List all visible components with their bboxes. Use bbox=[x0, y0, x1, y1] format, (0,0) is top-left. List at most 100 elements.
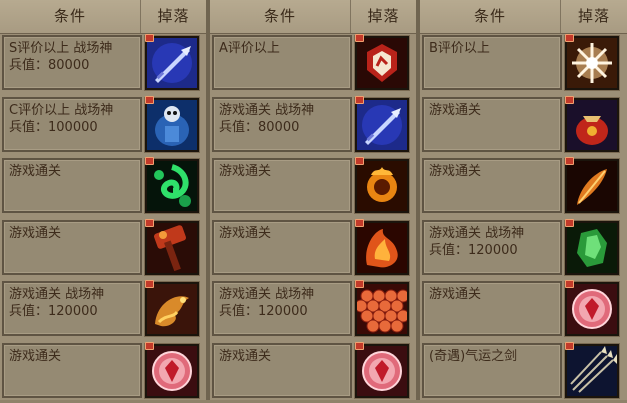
condition-cell: 游戏通关 bbox=[212, 342, 352, 398]
condition-cell: 游戏通关 bbox=[2, 342, 142, 398]
condition-text: 游戏通关 bbox=[9, 225, 62, 241]
column-header: 条件 掉落 bbox=[210, 0, 416, 34]
drop-row: 游戏通关 bbox=[420, 95, 627, 157]
green-crystal-icon bbox=[567, 222, 617, 273]
arrows-icon bbox=[567, 345, 617, 396]
lock-icon bbox=[355, 218, 364, 227]
condition-text: 游戏通关 战场神 bbox=[9, 287, 105, 302]
golden-dragon-icon bbox=[147, 284, 197, 334]
lock-icon bbox=[145, 157, 154, 165]
lock-icon bbox=[145, 341, 154, 350]
lock-icon bbox=[145, 218, 154, 227]
lock-icon bbox=[565, 157, 574, 165]
drop-row: C评价以上 战场神 兵值：100000 bbox=[0, 95, 206, 157]
column-header: 条件 掉落 bbox=[0, 0, 206, 34]
drop-row: 游戏通关 bbox=[420, 279, 627, 341]
item-slot[interactable] bbox=[145, 341, 199, 398]
item-slot[interactable] bbox=[145, 157, 199, 213]
drop-row: 游戏通关 bbox=[0, 218, 206, 280]
condition-text: 兵值：120000 bbox=[219, 304, 308, 319]
condition-cell: 游戏通关 战场神 兵值：120000 bbox=[2, 281, 142, 336]
lock-icon bbox=[355, 280, 364, 288]
condition-text: 兵值：80000 bbox=[219, 119, 300, 135]
red-hammer-icon bbox=[147, 222, 197, 273]
drop-header: 掉落 bbox=[560, 0, 627, 33]
column-divider bbox=[206, 0, 210, 400]
condition-cell: (奇遇)气运之剑 bbox=[422, 342, 562, 398]
condition-cell: 游戏通关 bbox=[422, 96, 562, 152]
condition-cell: 游戏通关 bbox=[2, 158, 142, 213]
lock-icon bbox=[565, 280, 574, 288]
item-slot[interactable] bbox=[565, 280, 619, 336]
lock-icon bbox=[145, 280, 154, 288]
lock-icon bbox=[355, 34, 364, 42]
item-slot[interactable] bbox=[355, 341, 409, 398]
scale-armor-icon bbox=[357, 284, 407, 334]
condition-cell: 游戏通关 战场神 兵值：120000 bbox=[422, 219, 562, 275]
lock-icon bbox=[565, 218, 574, 227]
item-slot[interactable] bbox=[565, 341, 619, 398]
item-slot[interactable] bbox=[355, 280, 409, 336]
condition-cell: B评价以上 bbox=[422, 35, 562, 90]
drop-column-1: 条件 掉落 S评价以上 战场神 兵值：80000 C评价以上 战场神 兵值：100000 游… bbox=[0, 0, 206, 400]
item-slot[interactable] bbox=[565, 218, 619, 275]
condition-text: A评价以上 bbox=[219, 41, 280, 56]
drop-row: 游戏通关 bbox=[210, 156, 416, 218]
condition-header: 条件 bbox=[473, 7, 506, 25]
item-slot[interactable] bbox=[565, 34, 619, 90]
drop-row: (奇遇)气运之剑 bbox=[420, 341, 627, 403]
condition-text: 游戏通关 bbox=[429, 164, 482, 179]
drop-header: 掉落 bbox=[140, 0, 206, 33]
red-orb-icon bbox=[567, 284, 617, 334]
condition-text: 游戏通关 bbox=[429, 102, 482, 118]
drop-row: 游戏通关 bbox=[420, 156, 627, 218]
item-slot[interactable] bbox=[355, 157, 409, 213]
item-slot[interactable] bbox=[145, 95, 199, 152]
drop-row: 游戏通关 bbox=[0, 341, 206, 403]
blue-skull-armor-icon bbox=[147, 99, 197, 150]
drop-row: 游戏通关 战场神 兵值：120000 bbox=[210, 279, 416, 341]
lock-icon bbox=[145, 34, 154, 42]
drop-row: S评价以上 战场神 兵值：80000 bbox=[0, 33, 206, 95]
item-slot[interactable] bbox=[355, 218, 409, 275]
column-header: 条件 掉落 bbox=[420, 0, 627, 34]
condition-text: 游戏通关 bbox=[9, 164, 62, 179]
green-swirl-icon bbox=[147, 161, 197, 211]
drop-row: A评价以上 bbox=[210, 33, 416, 95]
red-pouch-icon bbox=[567, 99, 617, 150]
item-slot[interactable] bbox=[565, 95, 619, 152]
drop-header: 掉落 bbox=[350, 0, 416, 33]
drop-row: 游戏通关 bbox=[210, 341, 416, 403]
drop-row: 游戏通关 bbox=[210, 218, 416, 280]
condition-text: 游戏通关 bbox=[429, 287, 482, 302]
condition-text: 游戏通关 bbox=[219, 225, 272, 241]
condition-text: 游戏通关 战场神 bbox=[219, 287, 315, 302]
condition-text: 游戏通关 战场神 bbox=[219, 102, 315, 118]
condition-cell: 游戏通关 bbox=[422, 158, 562, 213]
lock-icon bbox=[145, 95, 154, 104]
item-slot[interactable] bbox=[355, 34, 409, 90]
drop-row: 游戏通关 战场神 兵值：80000 bbox=[210, 95, 416, 157]
condition-text: 兵值：100000 bbox=[9, 119, 98, 135]
item-slot[interactable] bbox=[145, 280, 199, 336]
lock-icon bbox=[355, 157, 364, 165]
item-slot[interactable] bbox=[145, 218, 199, 275]
flame-helm-icon bbox=[357, 222, 407, 273]
condition-cell: C评价以上 战场神 兵值：100000 bbox=[2, 96, 142, 152]
condition-text: 兵值：80000 bbox=[9, 58, 90, 73]
feather-quill-icon bbox=[567, 161, 617, 211]
condition-text: 游戏通关 bbox=[219, 348, 272, 364]
column-divider bbox=[416, 0, 420, 400]
condition-text: S评价以上 战场神 bbox=[9, 41, 113, 56]
item-slot[interactable] bbox=[565, 157, 619, 213]
condition-text: 游戏通关 战场神 bbox=[429, 225, 525, 241]
blue-sword-icon bbox=[357, 99, 407, 150]
item-slot[interactable] bbox=[355, 95, 409, 152]
drop-row: 游戏通关 战场神 兵值：120000 bbox=[0, 279, 206, 341]
lock-icon bbox=[565, 95, 574, 104]
item-slot[interactable] bbox=[145, 34, 199, 90]
condition-cell: 游戏通关 bbox=[422, 281, 562, 336]
fire-ring-icon bbox=[357, 161, 407, 211]
drop-row: 游戏通关 bbox=[0, 156, 206, 218]
condition-cell: 游戏通关 bbox=[212, 219, 352, 275]
